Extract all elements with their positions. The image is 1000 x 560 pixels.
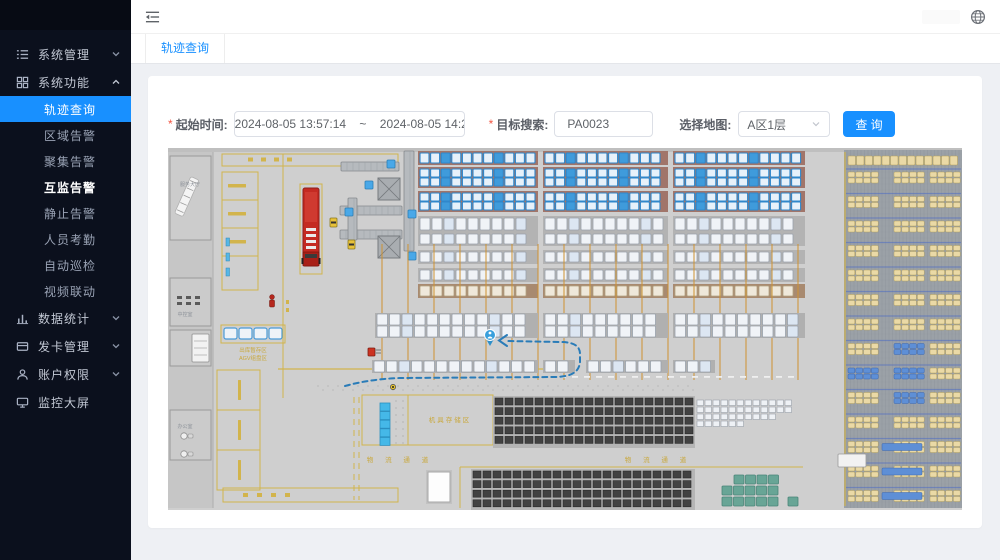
bar-chart-icon [16, 311, 30, 325]
svg-text:AGV组盘区: AGV组盘区 [239, 354, 268, 362]
sidebar-item-system-management[interactable]: 系统管理 [0, 40, 131, 68]
sidebar-item-card-management[interactable]: 发卡管理 [0, 332, 131, 360]
required-mark: * [168, 117, 173, 131]
warehouse-map[interactable]: 服务大厅中控室办公室 出库暂存区AGV组盘区机具存储区物 流 通 道 物 流 通 道 [168, 148, 962, 510]
main-area: 轨迹查询 * 起始时间: * 目标搜索: 选择地图: A区1层 查 询 [131, 0, 1000, 560]
sidebar-item-attendance[interactable]: 人员考勤 [0, 226, 131, 252]
content-area: * 起始时间: * 目标搜索: 选择地图: A区1层 查 询 服务大厅中控室办公… [131, 64, 1000, 560]
list-icon [16, 47, 30, 61]
svg-text:中控室: 中控室 [177, 311, 192, 318]
query-card: * 起始时间: * 目标搜索: 选择地图: A区1层 查 询 服务大厅中控室办公… [148, 76, 982, 528]
sidebar-item-area-alarm[interactable]: 区域告警 [0, 122, 131, 148]
map-select[interactable]: A区1层 [738, 111, 830, 137]
sidebar-item-monitoring-screen[interactable]: 监控大屏 [0, 388, 131, 416]
svg-text:办公室: 办公室 [177, 423, 192, 430]
map-select-value: A区1层 [747, 116, 786, 133]
sidebar-item-static-alarm[interactable]: 静止告警 [0, 200, 131, 226]
user-area[interactable] [922, 10, 960, 24]
query-form: * 起始时间: * 目标搜索: 选择地图: A区1层 查 询 [168, 110, 962, 138]
target-search-input[interactable] [554, 111, 653, 137]
svg-text:服务大厅: 服务大厅 [180, 181, 200, 188]
target-label: 目标搜索: [496, 116, 548, 133]
sidebar-item-trajectory-query[interactable]: 轨迹查询 [0, 96, 131, 122]
user-icon [16, 367, 30, 381]
sidebar-item-video-linkage[interactable]: 视频联动 [0, 278, 131, 304]
monitor-icon [16, 395, 30, 409]
sidebar-item-account-permissions[interactable]: 账户权限 [0, 360, 131, 388]
globe-icon[interactable] [970, 9, 986, 25]
svg-text:出库暂存区: 出库暂存区 [239, 346, 267, 354]
chevron-down-icon [111, 49, 121, 59]
sidebar-item-label: 系统功能 [38, 74, 111, 91]
required-mark: * [489, 117, 494, 131]
chevron-down-icon [111, 369, 121, 379]
appstore-icon [16, 75, 30, 89]
card-icon [16, 339, 30, 353]
chevron-down-icon [111, 341, 121, 351]
sidebar-nav: 系统管理 系统功能 轨迹查询 区域告警 聚集告警 互监告警 静止告警 人员考勤 … [0, 30, 131, 416]
tab-bar: 轨迹查询 [131, 34, 1000, 64]
sidebar: 系统管理 系统功能 轨迹查询 区域告警 聚集告警 互监告警 静止告警 人员考勤 … [0, 0, 131, 560]
svg-text:物 流 通 道: 物 流 通 道 [367, 455, 433, 464]
sidebar-item-label: 系统管理 [38, 46, 111, 63]
sidebar-item-system-functions[interactable]: 系统功能 [0, 68, 131, 96]
search-button[interactable]: 查 询 [843, 111, 894, 137]
chevron-up-icon [111, 77, 121, 87]
map-select-label: 选择地图: [679, 116, 731, 133]
logo-area [0, 0, 131, 30]
top-bar [131, 0, 1000, 34]
sidebar-item-mutual-alarm[interactable]: 互监告警 [0, 174, 131, 200]
sidebar-item-auto-inspection[interactable]: 自动巡检 [0, 252, 131, 278]
app-window: 系统管理 系统功能 轨迹查询 区域告警 聚集告警 互监告警 静止告警 人员考勤 … [0, 0, 1000, 560]
svg-text:机具存储区: 机具存储区 [429, 415, 472, 424]
sidebar-item-data-statistics[interactable]: 数据统计 [0, 304, 131, 332]
time-label: 起始时间: [176, 116, 228, 133]
tab-trajectory-query[interactable]: 轨迹查询 [145, 34, 225, 63]
sidebar-item-gather-alarm[interactable]: 聚集告警 [0, 148, 131, 174]
svg-text:物 流 通 道: 物 流 通 道 [625, 455, 691, 464]
chevron-down-icon [111, 313, 121, 323]
time-range-input[interactable] [234, 111, 465, 137]
chevron-down-icon [811, 119, 821, 129]
menu-fold-icon[interactable] [145, 10, 160, 24]
map-container: 服务大厅中控室办公室 出库暂存区AGV组盘区机具存储区物 流 通 道 物 流 通 道 [168, 148, 962, 510]
